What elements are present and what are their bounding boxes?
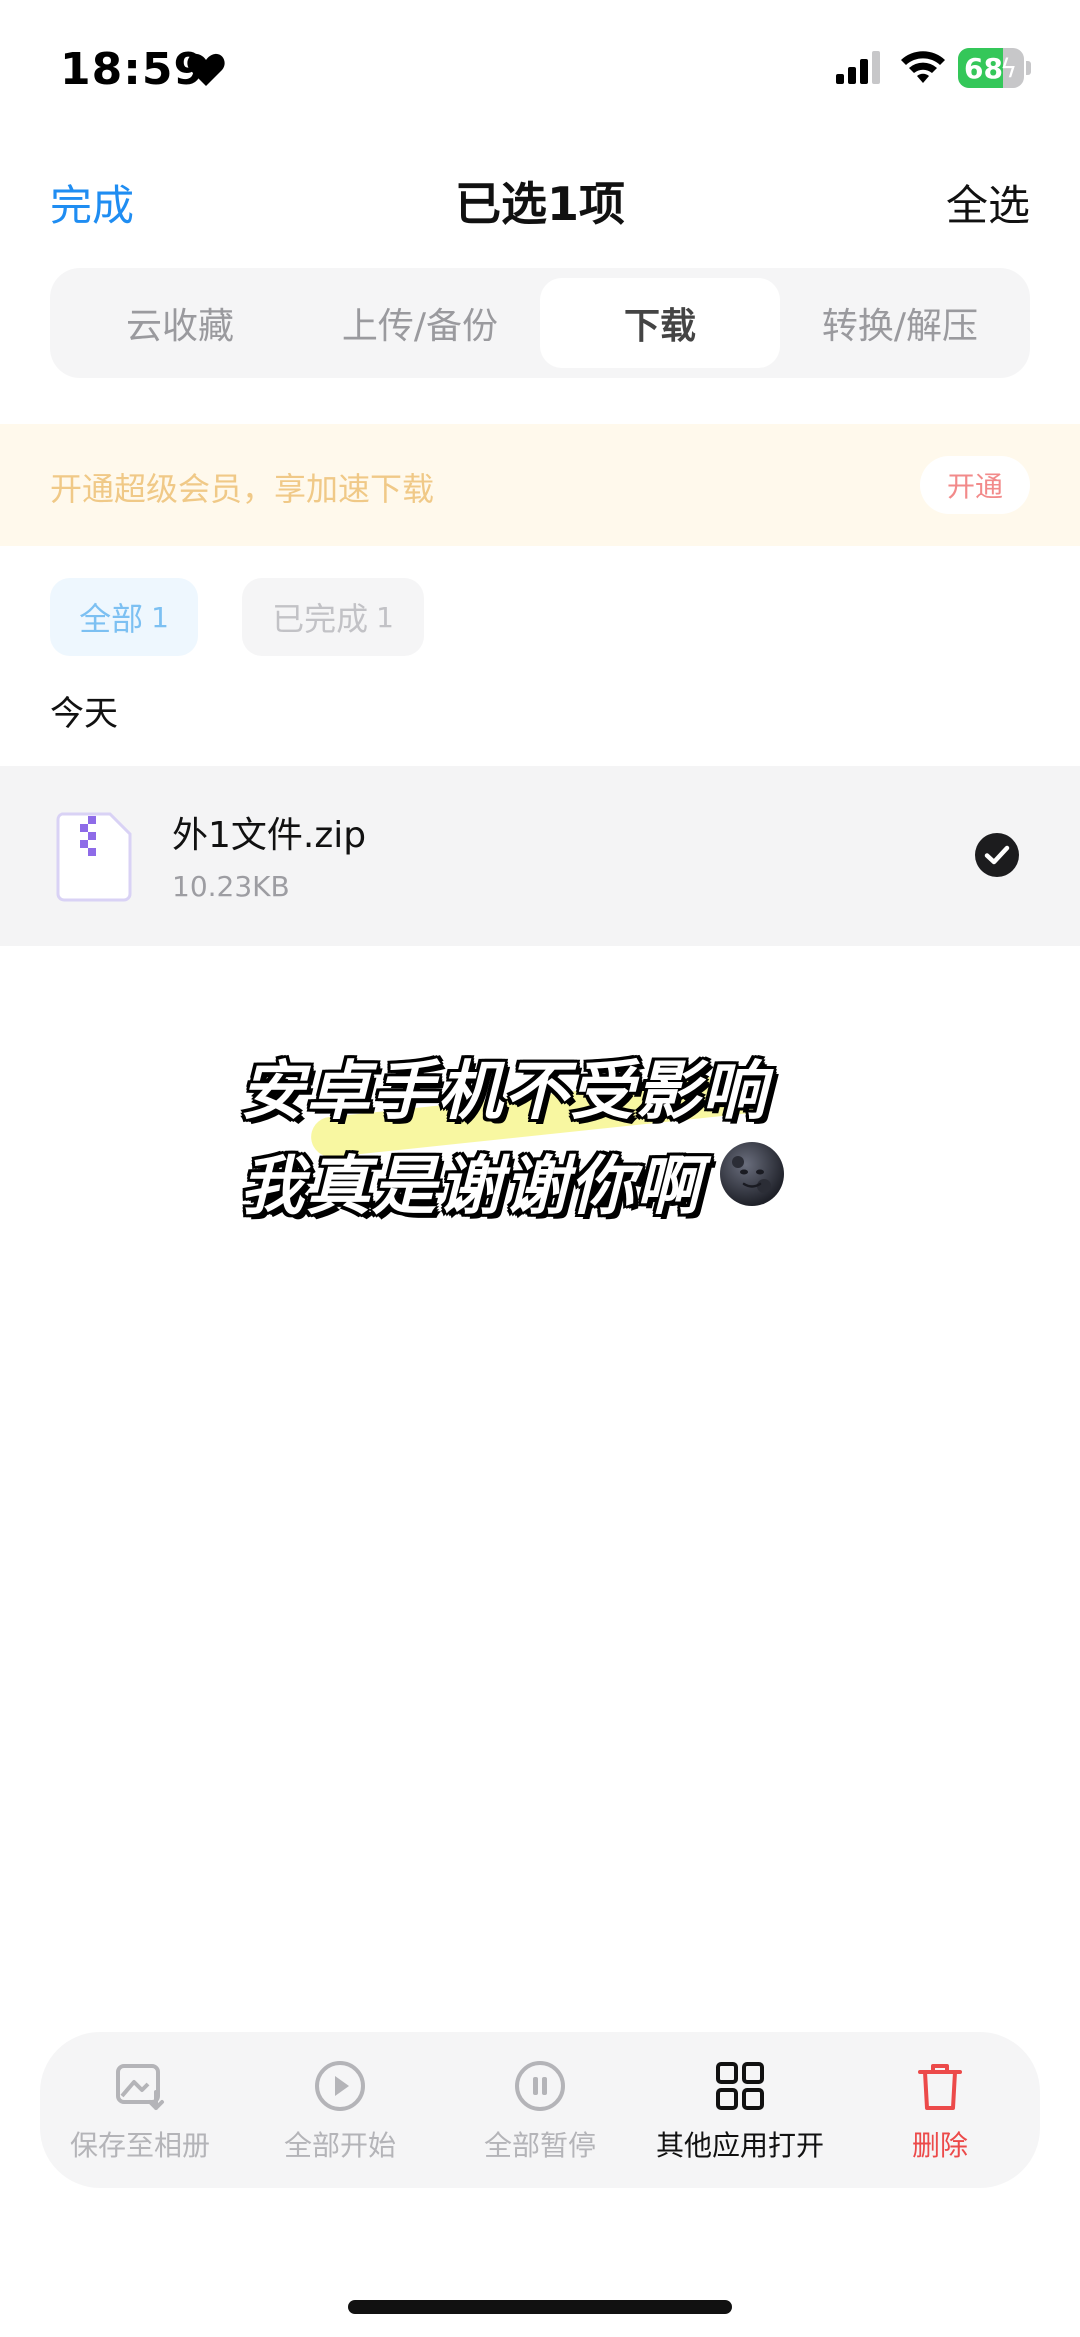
file-size: 10.23KB: [172, 870, 290, 903]
open-in-other-app-label: 其他应用打开: [655, 2129, 824, 2162]
save-to-album-label: 保存至相册: [69, 2129, 210, 2162]
vip-banner-text: 开通超级会员，享加速下载: [50, 470, 435, 508]
open-in-other-app-button[interactable]: 其他应用打开: [640, 2032, 840, 2188]
delete-button[interactable]: 删除: [840, 2032, 1040, 2188]
home-indicator[interactable]: [348, 2300, 732, 2314]
status-time: 18:59: [60, 44, 206, 95]
save-to-album-button[interactable]: 保存至相册: [40, 2032, 240, 2188]
battery-level: 68: [964, 52, 1003, 85]
charging-bolt-icon: ϟ: [1000, 54, 1018, 84]
tab-convert-extract[interactable]: 转换/解压: [780, 278, 1020, 368]
transfer-tabs: 云收藏 上传/备份 下载 转换/解压: [50, 268, 1030, 378]
save-to-album-icon: [116, 2064, 164, 2110]
caption-line-1: 安卓手机不受影响: [240, 1055, 768, 1129]
play-circle-icon: [315, 2061, 365, 2111]
done-button[interactable]: 完成: [50, 172, 134, 233]
heart-icon: [187, 53, 225, 86]
signal-icon: [836, 51, 880, 84]
filter-all-chip[interactable]: 全部 1: [50, 578, 198, 656]
pause-all-button[interactable]: 全部暂停: [440, 2032, 640, 2188]
zip-file-icon: [56, 812, 132, 902]
tab-upload-backup[interactable]: 上传/备份: [300, 278, 540, 368]
grid-apps-icon: [716, 2062, 764, 2110]
checkmark-selected-icon[interactable]: [974, 832, 1020, 878]
filter-all-count: 1: [151, 600, 169, 634]
vip-open-button[interactable]: 开通: [920, 456, 1030, 514]
trash-icon: [918, 2064, 962, 2110]
tab-download[interactable]: 下载: [540, 278, 780, 368]
bottom-toolbar: 保存至相册 全部开始 全部暂停 其他应用打开 删除: [40, 2032, 1040, 2188]
file-name: 外1文件.zip: [172, 815, 367, 856]
caption-line-2: 我真是谢谢你啊: [240, 1150, 702, 1224]
tab-cloud-favorites[interactable]: 云收藏: [60, 278, 300, 368]
filter-all-label: 全部: [79, 600, 144, 638]
battery-icon: 68 ϟ: [958, 48, 1031, 88]
filter-completed-chip[interactable]: 已完成 1: [242, 578, 424, 656]
pause-circle-icon: [515, 2061, 565, 2111]
start-all-label: 全部开始: [283, 2129, 396, 2162]
new-moon-face-icon: [720, 1142, 784, 1206]
vip-banner[interactable]: 开通超级会员，享加速下载 开通: [0, 424, 1080, 546]
select-all-button[interactable]: 全选: [946, 172, 1030, 233]
section-date-label: 今天: [50, 694, 118, 734]
wifi-icon: [901, 51, 945, 83]
list-item[interactable]: 外1文件.zip 10.23KB: [0, 766, 1080, 946]
filter-completed-count: 1: [376, 600, 394, 634]
status-bar: 18:59 68 ϟ: [0, 0, 1080, 140]
filter-completed-label: 已完成: [272, 600, 369, 638]
delete-label: 删除: [911, 2129, 968, 2162]
page-title: 已选1项: [454, 177, 625, 231]
pause-all-label: 全部暂停: [483, 2129, 596, 2162]
start-all-button[interactable]: 全部开始: [240, 2032, 440, 2188]
